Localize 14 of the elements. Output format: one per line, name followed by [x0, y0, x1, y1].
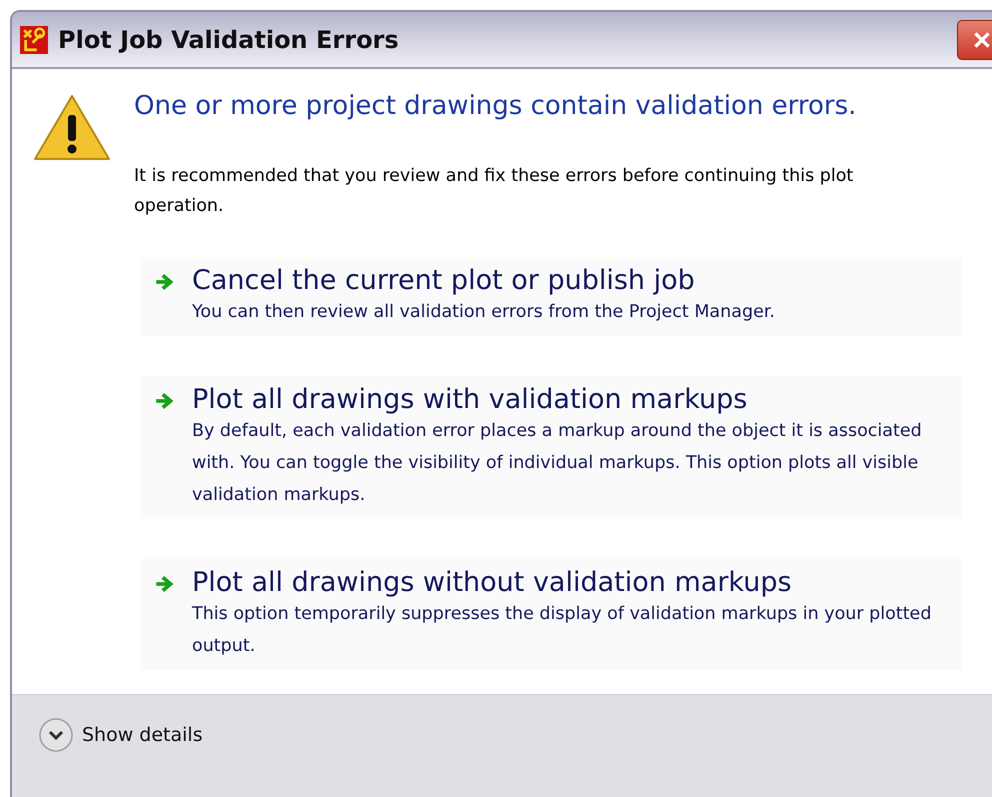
close-button[interactable] — [957, 20, 992, 60]
content-text: It is recommended that you review and fix these errors before continuing this plot operation. — [134, 165, 854, 218]
arrow-icon — [154, 390, 176, 412]
window-title: Plot Job Validation Errors — [58, 26, 399, 54]
command-link[interactable]: Cancel the current plot or publish job You can then review all validation errors from the Project Manager. — [140, 257, 962, 336]
show-details-button[interactable]: Show details — [38, 717, 203, 753]
warning-icon — [32, 93, 112, 163]
chevron-icon — [38, 717, 74, 753]
main-instruction: One or more project drawings contain validation errors. — [134, 91, 858, 121]
arrow-icon — [154, 271, 176, 293]
app-icon — [20, 26, 48, 54]
command-link[interactable]: Plot all drawings without validation markups This option temporarily suppresses the display of validation markups in your plotted output. — [140, 559, 962, 670]
arrow-icon — [154, 573, 176, 595]
command-link[interactable]: Plot all drawings with validation markups By default, each validation error places a markup around the object it is associated with. You can toggle the visibility of individual markups. This option plots all visible validation markups. — [140, 376, 962, 519]
